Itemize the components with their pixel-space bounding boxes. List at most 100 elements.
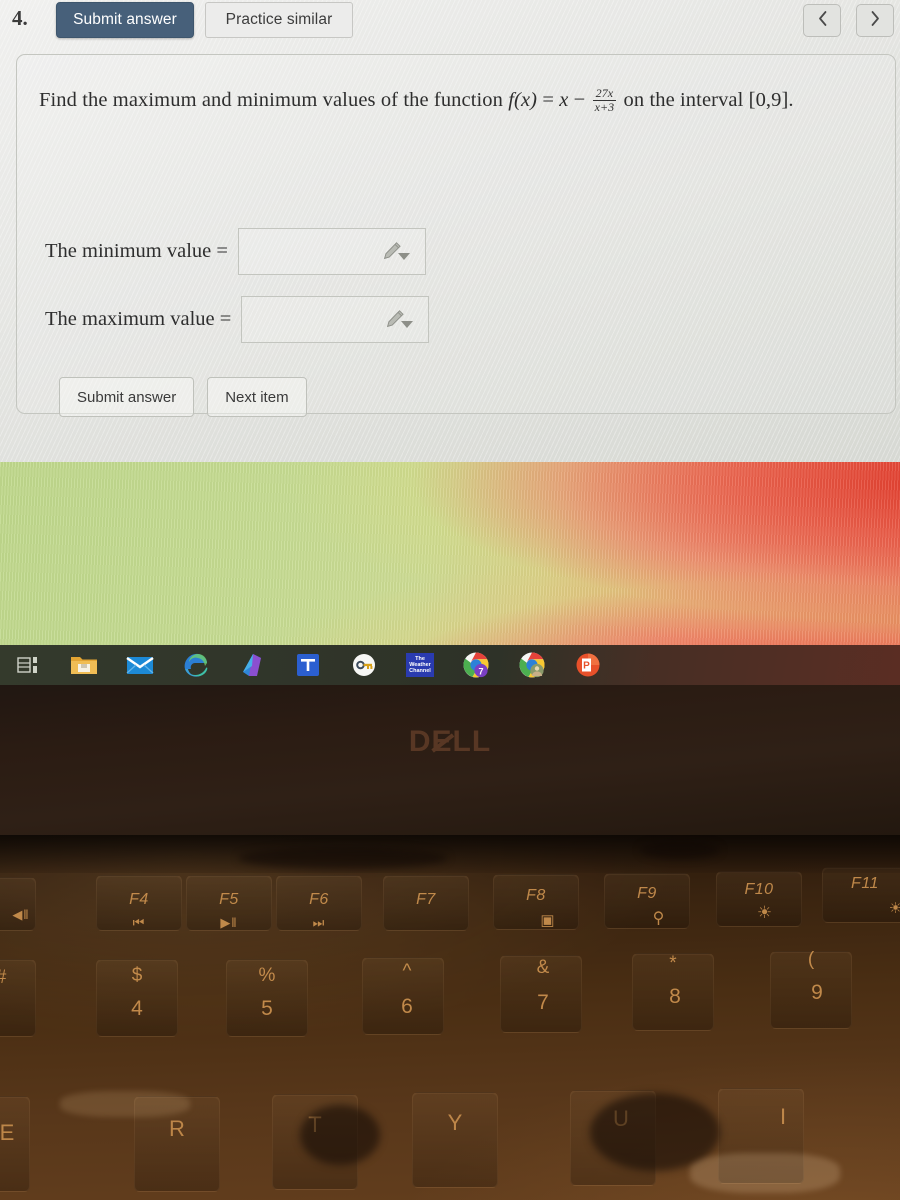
key-label-f10: F10	[744, 881, 774, 898]
key-label-e: E	[0, 1120, 15, 1145]
teams-icon	[293, 650, 323, 680]
function-variable: x	[520, 89, 531, 111]
dell-letter-e: E	[431, 725, 454, 759]
next-question-button[interactable]	[856, 4, 894, 37]
weather-channel-icon: The Weather Channel	[406, 653, 434, 677]
desktop-wallpaper	[0, 462, 900, 645]
question-prompt: Find the maximum and minimum values of t…	[39, 85, 859, 117]
laptop-bezel: DELL	[0, 685, 900, 835]
key-label-f7: F7	[416, 891, 436, 908]
prompt-text-2: on the interval [0,9].	[618, 89, 794, 111]
prompt-text-1: Find the maximum and minimum values of t…	[39, 89, 509, 111]
taskbar-item-chrome-1[interactable]: 7	[448, 650, 504, 680]
fraction-27x-over-x-plus-3: 27x x+3	[592, 85, 617, 115]
chevron-left-icon	[816, 10, 829, 32]
laptop-keyboard: ◀‖ F4 ⏮ F5 ▶‖ F6 ⏭ F7 F8 ▣ F9 ⚲ F10 ☀ F1…	[0, 835, 900, 1200]
next-item-button[interactable]: Next item	[207, 377, 307, 417]
browser-viewport: 4. Submit answer Practice similar Find t…	[0, 0, 900, 462]
keyboard-shadow-1	[300, 1105, 380, 1165]
minimum-value-row: The minimum value =	[45, 227, 426, 275]
keyboard-backlight-icon: ☀	[756, 903, 774, 922]
key-label-6-shift: ^	[402, 961, 412, 982]
minus-sign: −	[568, 89, 591, 111]
question-card: Find the maximum and minimum values of t…	[16, 54, 896, 417]
key-label-f4: F4	[129, 891, 149, 908]
maximum-value-input[interactable]	[241, 295, 430, 343]
tab-submit-answer[interactable]: Submit answer	[56, 2, 194, 38]
play-pause-icon: ▶‖	[220, 915, 238, 930]
chevron-right-icon	[869, 10, 882, 32]
svg-text:7: 7	[478, 666, 483, 676]
previous-question-button[interactable]	[803, 4, 841, 37]
action-buttons: Submit answer Next item	[59, 377, 307, 417]
key-label-4: 4	[131, 997, 143, 1020]
fraction-numerator: 27x	[595, 85, 614, 100]
key-label-9-shift: (	[807, 949, 815, 970]
dell-letter-l2: L	[471, 725, 492, 758]
mail-icon	[125, 650, 155, 680]
previous-track-icon: ⏮	[132, 915, 146, 930]
key-label-f6: F6	[309, 891, 329, 908]
key-label-4-shift: $	[131, 965, 143, 986]
key-label-8: 8	[669, 985, 681, 1008]
key-label-f11: F11	[851, 875, 879, 892]
minimum-value-input[interactable]	[237, 227, 426, 275]
minimum-value-label: The minimum value =	[45, 239, 228, 262]
search-icon: ⚲	[652, 910, 666, 927]
key-y[interactable]	[412, 1092, 498, 1188]
taskbar-item-keeper[interactable]	[336, 650, 392, 680]
laptop-screen-photo: 4. Submit answer Practice similar Find t…	[0, 0, 900, 1200]
taskbar-item-task-view[interactable]	[0, 650, 56, 680]
chevron-down-icon[interactable]	[397, 252, 410, 260]
keeper-icon	[349, 650, 379, 680]
tab-practice-similar[interactable]: Practice similar	[205, 2, 353, 38]
key-label-y: Y	[447, 1110, 463, 1135]
keyboard-glint-1	[60, 1091, 190, 1117]
fraction-denominator: x+3	[592, 100, 617, 115]
taskbar-item-chrome-2[interactable]	[504, 650, 560, 680]
taskbar-item-edge[interactable]	[168, 650, 224, 680]
submit-answer-button[interactable]: Submit answer	[59, 377, 195, 417]
key-label-5-shift: %	[258, 965, 276, 986]
paren-open: (	[514, 89, 521, 111]
key-label-7: 7	[537, 991, 549, 1014]
dell-letter-d: D	[408, 725, 432, 758]
edge-icon	[181, 650, 211, 680]
taskbar-item-teams[interactable]	[280, 650, 336, 680]
dell-logo: DELL	[409, 725, 491, 759]
brightness-icon: ☀	[888, 900, 900, 917]
taskbar-item-weather-channel[interactable]: The Weather Channel	[392, 653, 448, 677]
key-label-3-shift: #	[0, 967, 16, 989]
file-explorer-icon	[69, 650, 99, 680]
key-label-f8: F8	[526, 887, 546, 904]
chrome-icon: 7	[461, 650, 491, 680]
key-label-5: 5	[261, 997, 273, 1020]
taskbar-item-file-explorer[interactable]	[56, 650, 112, 680]
taskbar-item-mail[interactable]	[112, 650, 168, 680]
hinge-reflection-2	[640, 841, 720, 859]
key-label-f9: F9	[637, 885, 657, 902]
question-header: 4. Submit answer Practice similar	[0, 0, 900, 46]
key-label-r: R	[169, 1116, 185, 1141]
mute-icon: ◀‖	[12, 907, 30, 922]
powerpoint-icon: P	[573, 650, 603, 680]
hinge-reflection-1	[238, 847, 448, 869]
maximum-value-label: The maximum value =	[45, 307, 232, 330]
maximum-value-row: The maximum value =	[45, 295, 430, 343]
windows-taskbar: The Weather Channel 7 P	[0, 645, 900, 685]
number-key-row: # $ 4 % 5 ^ 6 & 7 * 8 ( 9	[0, 949, 900, 1043]
key-label-9: 9	[811, 981, 823, 1004]
chevron-down-icon[interactable]	[401, 320, 414, 328]
next-track-icon: ⏭	[312, 915, 326, 930]
office-icon	[237, 650, 267, 680]
equals-sign: =	[537, 89, 560, 111]
display-switch-icon: ▣	[540, 912, 556, 929]
key-label-f5: F5	[219, 891, 239, 908]
keyboard-hinge-shadow	[0, 835, 900, 873]
taskbar-item-office[interactable]	[224, 650, 280, 680]
dell-letter-l1: L	[452, 725, 472, 758]
keyboard-glint-2	[690, 1153, 840, 1193]
svg-text:P: P	[583, 661, 590, 672]
taskbar-item-powerpoint[interactable]: P	[560, 650, 616, 680]
key-label-i: I	[779, 1104, 787, 1129]
